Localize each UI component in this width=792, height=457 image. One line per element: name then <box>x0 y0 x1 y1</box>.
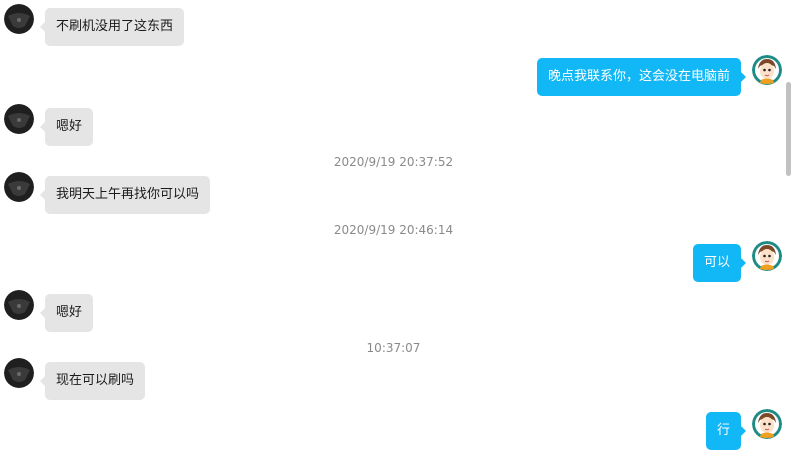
dark-avatar-icon <box>4 290 34 320</box>
user-avatar[interactable] <box>752 55 782 85</box>
user-avatar[interactable] <box>752 241 782 271</box>
scrollbar-thumb[interactable] <box>786 82 791 176</box>
contact-avatar[interactable] <box>4 4 34 34</box>
cartoon-person-avatar-icon <box>752 409 782 439</box>
message-bubble-outgoing[interactable]: 晚点我联系你，这会没在电脑前 <box>536 58 747 96</box>
message-bubble-incoming[interactable]: 现在可以刷吗 <box>39 362 146 400</box>
user-avatar[interactable] <box>752 409 782 439</box>
chat-window: 不刷机没用了这东西 晚点我联系你，这会没在电脑前 嗯好 2020/9/19 20… <box>0 0 792 457</box>
scrollbar-track[interactable] <box>784 0 792 457</box>
message-bubble-incoming[interactable]: 嗯好 <box>39 294 94 332</box>
contact-avatar[interactable] <box>4 290 34 320</box>
dark-avatar-icon <box>4 104 34 134</box>
message-timestamp: 10:37:07 <box>366 341 421 355</box>
message-bubble-outgoing[interactable]: 行 <box>705 412 747 450</box>
dark-avatar-icon <box>4 4 34 34</box>
message-bubble-incoming[interactable]: 嗯好 <box>39 108 94 146</box>
message-bubble-incoming[interactable]: 我明天上午再找你可以吗 <box>39 176 211 214</box>
cartoon-person-avatar-icon <box>752 241 782 271</box>
dark-avatar-icon <box>4 172 34 202</box>
dark-avatar-icon <box>4 358 34 388</box>
message-timestamp: 2020/9/19 20:37:52 <box>333 155 454 169</box>
contact-avatar[interactable] <box>4 104 34 134</box>
message-bubble-outgoing[interactable]: 可以 <box>692 244 747 282</box>
contact-avatar[interactable] <box>4 358 34 388</box>
message-bubble-incoming[interactable]: 不刷机没用了这东西 <box>39 8 185 46</box>
message-timestamp: 2020/9/19 20:46:14 <box>333 223 454 237</box>
cartoon-person-avatar-icon <box>752 55 782 85</box>
contact-avatar[interactable] <box>4 172 34 202</box>
